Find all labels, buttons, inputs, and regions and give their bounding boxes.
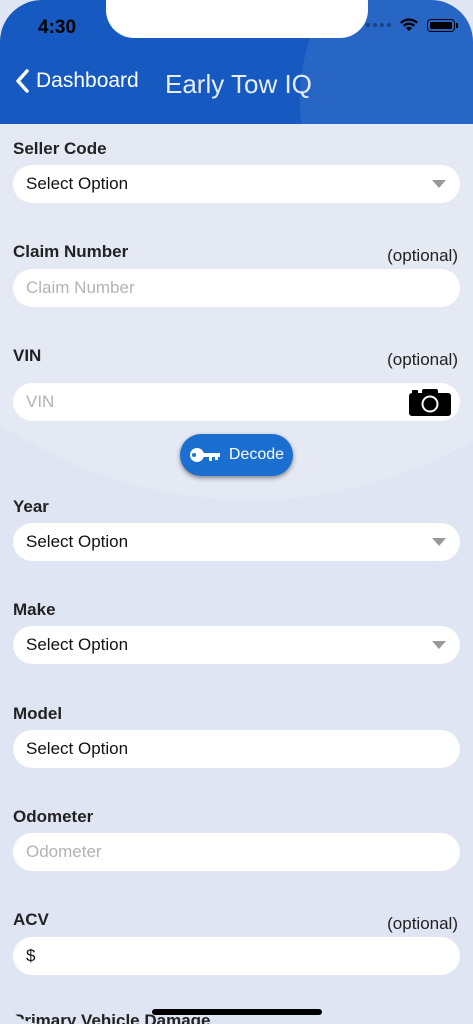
signal-icon xyxy=(366,23,391,27)
nav-header: 4:30 Dashboard Early Tow IQ xyxy=(0,0,473,124)
page-title: Early Tow IQ xyxy=(165,69,312,99)
chevron-down-icon xyxy=(432,538,446,546)
make-value: Select Option xyxy=(26,635,129,654)
claim-number-label: Claim Number xyxy=(13,242,129,261)
status-indicators xyxy=(366,18,458,32)
chevron-down-icon xyxy=(432,641,446,649)
vin-optional: (optional) xyxy=(387,350,458,369)
device-notch xyxy=(106,0,368,38)
home-indicator[interactable] xyxy=(152,1009,322,1015)
back-button[interactable]: Dashboard xyxy=(14,68,139,94)
wifi-icon xyxy=(400,18,418,31)
seller-code-value: Select Option xyxy=(26,174,129,193)
acv-label: ACV xyxy=(13,910,49,929)
year-label: Year xyxy=(13,497,49,516)
claim-number-input[interactable]: Claim Number xyxy=(13,269,460,307)
claim-number-optional: (optional) xyxy=(387,246,458,265)
odometer-label: Odometer xyxy=(13,807,94,826)
vin-label: VIN xyxy=(13,346,42,365)
year-select[interactable]: Select Option xyxy=(13,523,460,561)
make-select[interactable]: Select Option xyxy=(13,626,460,664)
decode-button-label: Decode xyxy=(228,446,285,463)
seller-code-label: Seller Code xyxy=(13,139,107,158)
back-button-label: Dashboard xyxy=(36,69,139,92)
seller-code-select[interactable]: Select Option xyxy=(13,165,460,203)
key-icon xyxy=(189,448,220,462)
model-select[interactable]: Select Option xyxy=(13,730,460,768)
decode-button[interactable]: Decode xyxy=(180,434,293,476)
odometer-placeholder: Odometer xyxy=(26,842,102,861)
chevron-left-icon xyxy=(16,69,29,93)
status-time: 4:30 xyxy=(38,17,77,38)
chevron-down-icon xyxy=(432,180,446,188)
make-label: Make xyxy=(13,600,56,619)
claim-number-placeholder: Claim Number xyxy=(26,278,135,297)
acv-value: $ xyxy=(26,946,36,965)
model-label: Model xyxy=(13,704,63,723)
battery-icon xyxy=(427,18,458,32)
acv-input[interactable]: $ xyxy=(13,937,460,975)
year-value: Select Option xyxy=(26,532,129,551)
vin-placeholder: VIN xyxy=(26,392,55,411)
model-value: Select Option xyxy=(26,739,129,758)
vin-input[interactable]: VIN xyxy=(13,383,460,421)
acv-optional: (optional) xyxy=(387,914,458,933)
app-screen: 4:30 Dashboard Early Tow IQ Seller Code … xyxy=(0,0,473,1024)
camera-icon[interactable] xyxy=(408,388,452,417)
odometer-input[interactable]: Odometer xyxy=(13,833,460,871)
